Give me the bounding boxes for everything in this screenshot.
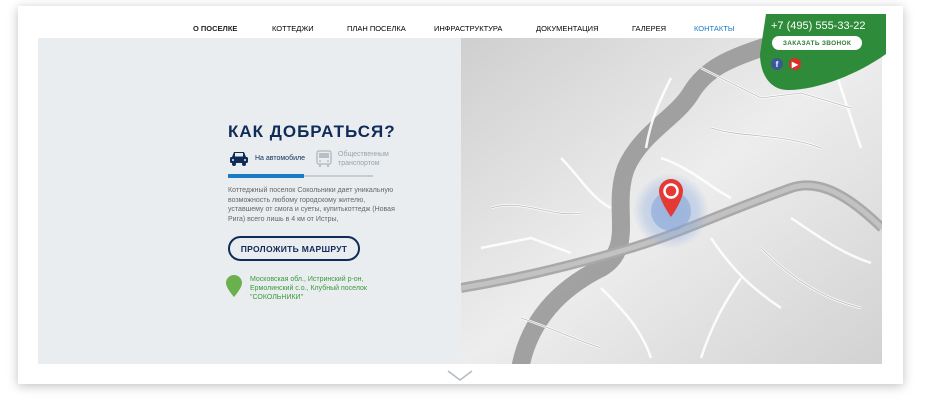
location-pin-icon: [226, 275, 242, 297]
build-route-button[interactable]: ПРОЛОЖИТЬ МАРШРУТ: [228, 236, 360, 261]
chevron-down-icon[interactable]: [447, 370, 473, 382]
nav-item-plan[interactable]: ПЛАН ПОСЕЛКА: [347, 20, 406, 39]
directions-description: Коттеджный поселок Сокольники дает уника…: [228, 187, 395, 223]
tab-public-transport-label: Общественным транспортом: [338, 151, 389, 167]
bus-icon: [316, 150, 332, 167]
request-call-button[interactable]: ЗАКАЗАТЬ ЗВОНОК: [772, 36, 862, 50]
youtube-icon[interactable]: ▶: [789, 58, 801, 70]
address-text: Московская обл., Истринский р-он, Ермоли…: [250, 276, 367, 301]
map-marker-icon[interactable]: [659, 179, 683, 217]
directions-title: КАК ДОБРАТЬСЯ?: [228, 122, 396, 141]
nav-item-documents[interactable]: ДОКУМЕНТАЦИЯ: [536, 20, 599, 39]
nav-item-gallery[interactable]: ГАЛЕРЕЯ: [632, 20, 666, 39]
facebook-icon[interactable]: f: [771, 58, 783, 70]
tab-indicator: [228, 174, 373, 178]
nav-item-infrastructure[interactable]: ИНФРАСТРУКТУРА: [434, 20, 502, 39]
tab-public-transport[interactable]: Общественным транспортом: [316, 150, 398, 168]
nav-item-cottages[interactable]: КОТТЕДЖИ: [272, 20, 314, 39]
phone-number[interactable]: +7 (495) 555-33-22: [771, 20, 865, 32]
tab-by-car-label: На автомобиле: [255, 154, 305, 162]
car-icon: [230, 152, 248, 166]
nav-item-about[interactable]: О ПОСЕЛКЕ: [193, 20, 237, 39]
tab-by-car[interactable]: На автомобиле: [229, 150, 305, 166]
